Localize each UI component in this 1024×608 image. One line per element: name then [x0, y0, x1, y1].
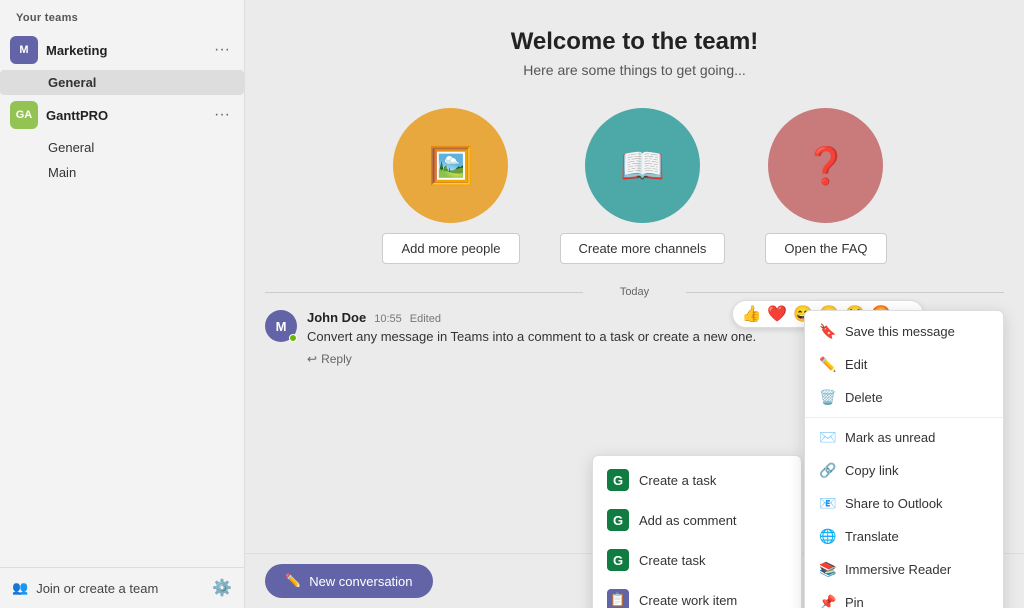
- team-item-ganttpro[interactable]: GA GanttPRO ···: [0, 95, 244, 135]
- reply-label: Reply: [321, 352, 352, 366]
- translate-icon: 🌐: [819, 528, 835, 545]
- sidebar: Your teams M Marketing ··· General GA Ga…: [0, 0, 245, 608]
- copy-link-label: Copy link: [845, 463, 898, 478]
- delete-label: Delete: [845, 390, 883, 405]
- apps-popup-create-task-2[interactable]: G Create task: [593, 540, 801, 580]
- message-edited: Edited: [410, 313, 441, 325]
- new-conversation-button[interactable]: ✏️ New conversation: [265, 564, 433, 598]
- team-more-marketing[interactable]: ···: [210, 39, 234, 61]
- main-content: Welcome to the team! Here are some thing…: [245, 0, 1024, 608]
- welcome-card-faq: ❓ Open the FAQ: [765, 108, 886, 264]
- app-icon-work-item: 📋: [607, 589, 629, 608]
- create-task-label: Create a task: [639, 473, 716, 488]
- context-divider-1: [805, 417, 1003, 418]
- settings-button[interactable]: ⚙️: [212, 578, 232, 598]
- context-pin[interactable]: 📌 Pin: [805, 586, 1003, 608]
- welcome-card-people: 🖼️ Add more people: [382, 108, 519, 264]
- online-indicator: [289, 334, 297, 342]
- date-divider: Today: [265, 286, 1004, 298]
- app-icon-ganttpro-2: G: [607, 509, 629, 531]
- sidebar-header: Your teams: [0, 0, 244, 30]
- context-share-outlook[interactable]: 📧 Share to Outlook: [805, 487, 1003, 520]
- create-more-channels-button[interactable]: Create more channels: [560, 233, 726, 264]
- context-copy-link[interactable]: 🔗 Copy link: [805, 454, 1003, 487]
- apps-popup-create-task[interactable]: G Create a task: [593, 460, 801, 500]
- pin-label: Pin: [845, 595, 864, 608]
- card-circle-people: 🖼️: [393, 108, 508, 223]
- apps-popup-add-comment[interactable]: G Add as comment: [593, 500, 801, 540]
- app-icon-ganttpro-3: G: [607, 549, 629, 571]
- translate-label: Translate: [845, 529, 899, 544]
- join-create-team[interactable]: 👥 Join or create a team: [12, 580, 158, 596]
- share-outlook-label: Share to Outlook: [845, 496, 943, 511]
- reply-icon: ↩: [307, 352, 317, 366]
- team-avatar-marketing: M: [10, 36, 38, 64]
- context-menu: 🔖 Save this message ✏️ Edit 🗑️ Delete ✉️…: [804, 310, 1004, 608]
- copy-link-icon: 🔗: [819, 462, 835, 479]
- immersive-reader-icon: 📚: [819, 561, 835, 578]
- context-immersive-reader[interactable]: 📚 Immersive Reader: [805, 553, 1003, 586]
- compose-icon: ✏️: [285, 573, 301, 589]
- mark-unread-label: Mark as unread: [845, 430, 935, 445]
- context-mark-unread[interactable]: ✉️ Mark as unread: [805, 421, 1003, 454]
- join-label: Join or create a team: [36, 581, 158, 596]
- channel-item-main-ganttpro[interactable]: Main: [0, 160, 244, 185]
- new-conversation-label: New conversation: [309, 574, 412, 589]
- mark-unread-icon: ✉️: [819, 429, 835, 446]
- team-item-marketing[interactable]: M Marketing ···: [0, 30, 244, 70]
- card-circle-faq: ❓: [768, 108, 883, 223]
- message-avatar: M: [265, 310, 297, 342]
- context-translate[interactable]: 🌐 Translate: [805, 520, 1003, 553]
- add-as-comment-label: Add as comment: [639, 513, 737, 528]
- channel-item-general-ganttpro[interactable]: General: [0, 135, 244, 160]
- welcome-card-channels: 📖 Create more channels: [560, 108, 726, 264]
- delete-icon: 🗑️: [819, 389, 835, 406]
- pin-icon: 📌: [819, 594, 835, 608]
- reaction-thumbsup[interactable]: 👍: [741, 304, 761, 324]
- message-author: John Doe: [307, 310, 366, 325]
- reaction-heart[interactable]: ❤️: [767, 304, 787, 324]
- context-edit[interactable]: ✏️ Edit: [805, 348, 1003, 381]
- welcome-cards: 🖼️ Add more people 📖 Create more channel…: [245, 98, 1024, 274]
- edit-icon: ✏️: [819, 356, 835, 373]
- welcome-title: Welcome to the team!: [265, 28, 1004, 56]
- apps-popup-create-work-item[interactable]: 📋 Create work item: [593, 580, 801, 608]
- save-message-label: Save this message: [845, 324, 955, 339]
- welcome-subtitle: Here are some things to get going...: [265, 62, 1004, 78]
- context-delete[interactable]: 🗑️ Delete: [805, 381, 1003, 414]
- team-avatar-ganttpro: GA: [10, 101, 38, 129]
- create-work-item-label: Create work item: [639, 593, 737, 608]
- create-task-2-label: Create task: [639, 553, 705, 568]
- message-time: 10:55: [374, 313, 402, 325]
- open-faq-button[interactable]: Open the FAQ: [765, 233, 886, 264]
- card-circle-channels: 📖: [585, 108, 700, 223]
- team-name-marketing: Marketing: [46, 43, 210, 58]
- immersive-reader-label: Immersive Reader: [845, 562, 951, 577]
- save-message-icon: 🔖: [819, 323, 835, 340]
- app-icon-ganttpro-1: G: [607, 469, 629, 491]
- welcome-section: Welcome to the team! Here are some thing…: [245, 0, 1024, 98]
- team-name-ganttpro: GanttPRO: [46, 108, 210, 123]
- share-outlook-icon: 📧: [819, 495, 835, 512]
- edit-label: Edit: [845, 357, 867, 372]
- context-save-message[interactable]: 🔖 Save this message: [805, 315, 1003, 348]
- add-more-people-button[interactable]: Add more people: [382, 233, 519, 264]
- apps-popup: G Create a task G Add as comment G Creat…: [592, 455, 802, 608]
- channel-item-general-marketing[interactable]: General: [0, 70, 244, 95]
- join-icon: 👥: [12, 580, 28, 596]
- sidebar-bottom: 👥 Join or create a team ⚙️: [0, 567, 244, 608]
- team-more-ganttpro[interactable]: ···: [210, 104, 234, 126]
